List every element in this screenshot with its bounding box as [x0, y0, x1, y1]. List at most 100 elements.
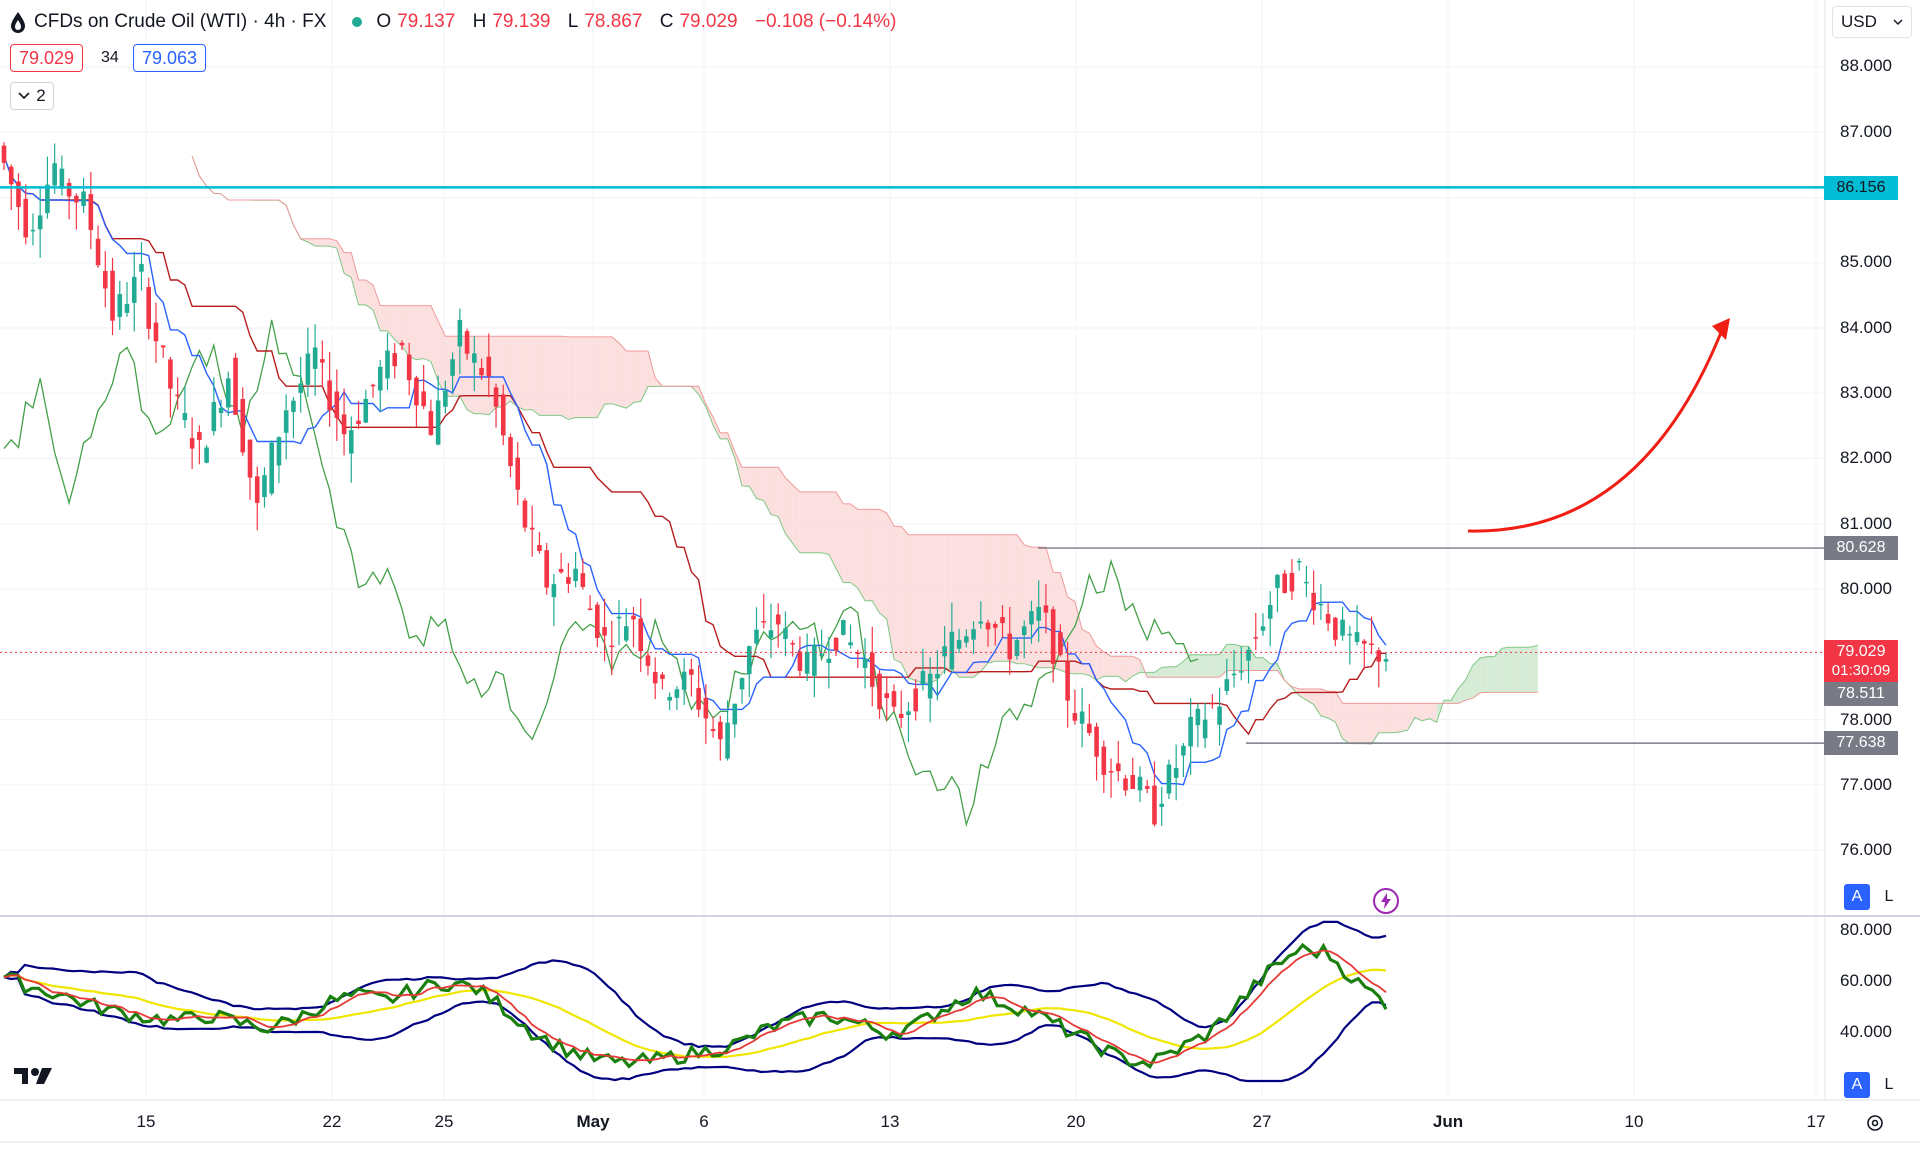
candle-body — [739, 678, 745, 690]
market-status-icon — [352, 17, 363, 27]
price-chart[interactable] — [0, 0, 1920, 1149]
candle-body — [66, 182, 72, 197]
candle-body — [312, 347, 318, 369]
candle-body — [1253, 637, 1259, 639]
candle-body — [1202, 719, 1208, 739]
ichimoku-cloud — [1154, 667, 1162, 678]
candle-body — [160, 345, 166, 348]
candle-body — [1260, 626, 1266, 631]
ichimoku-cloud — [633, 351, 641, 403]
candle-body — [1144, 786, 1150, 789]
candle-body — [660, 674, 665, 679]
ichimoku-cloud — [358, 279, 366, 305]
candle-body — [124, 303, 130, 313]
candle-body — [146, 287, 152, 329]
date-label: 27 — [1252, 1112, 1272, 1131]
candle-body — [768, 630, 774, 638]
bollinger-basis-line — [3, 968, 1387, 1059]
indicators-toggle-button[interactable]: 2 — [10, 82, 54, 110]
ichimoku-cloud — [865, 509, 873, 601]
candle-body — [182, 413, 188, 421]
candle-body — [334, 391, 340, 418]
symbol-title[interactable]: CFDs on Crude Oil (WTI) · 4h · FX — [34, 11, 326, 33]
bollinger-lower-line — [3, 976, 1387, 1083]
ichimoku-cloud — [756, 467, 764, 501]
candle-body — [226, 378, 231, 408]
candle-body — [37, 215, 43, 230]
candle-body — [1369, 643, 1374, 645]
ichimoku-cloud — [1147, 672, 1155, 678]
candle-body — [522, 500, 528, 528]
candle-body — [341, 414, 347, 435]
candle-body — [1275, 574, 1280, 588]
candle-body — [240, 398, 246, 453]
settings-gear-icon[interactable] — [1864, 1112, 1886, 1134]
candle-body — [971, 629, 976, 640]
candle-body — [1021, 626, 1027, 636]
candle-body — [754, 629, 759, 644]
ichimoku-cloud — [1407, 703, 1415, 731]
candle-body — [833, 637, 839, 651]
log-scale-button[interactable]: L — [1876, 884, 1902, 910]
candle-body — [804, 651, 810, 674]
ichimoku-cloud — [394, 305, 402, 347]
candle-body — [385, 350, 390, 379]
ichimoku-cloud — [1255, 657, 1263, 671]
sell-price-button[interactable]: 79.029 — [10, 44, 84, 72]
candle-body — [1014, 640, 1020, 656]
candle-body — [732, 703, 738, 725]
date-label: 10 — [1624, 1112, 1644, 1131]
candle-body — [652, 671, 658, 684]
auto-scale-button[interactable]: A — [1844, 1072, 1870, 1098]
ichimoku-cloud — [409, 305, 417, 360]
oscillator-label: 40.000 — [1840, 1022, 1892, 1041]
candle-body — [500, 394, 506, 436]
ichimoku-cloud — [922, 534, 931, 683]
ichimoku-cloud — [568, 336, 576, 420]
candle-body — [23, 198, 29, 238]
candle-body — [645, 655, 651, 666]
candle-body — [544, 550, 549, 588]
lightning-event-icon[interactable] — [1372, 887, 1400, 915]
candle-body — [1267, 604, 1273, 619]
ichimoku-cloud — [1465, 665, 1473, 701]
candle-body — [927, 673, 933, 699]
ichimoku-cloud — [524, 336, 533, 411]
ichimoku-cloud — [539, 336, 547, 416]
chart-area[interactable]: CFDs on Crude Oil (WTI) · 4h · FX O 79.13… — [0, 0, 1920, 1149]
log-scale-button[interactable]: L — [1876, 1072, 1902, 1098]
candle-body — [558, 568, 564, 573]
ichimoku-cloud — [1400, 703, 1408, 732]
ichimoku-cloud — [1024, 544, 1032, 666]
close-label: C — [659, 11, 674, 32]
ichimoku-cloud — [373, 285, 381, 331]
candle-body — [131, 276, 137, 303]
oil-drop-icon — [11, 12, 25, 33]
candle-body — [88, 194, 94, 231]
candle-body — [942, 646, 947, 657]
ichimoku-cloud — [1364, 703, 1372, 745]
indicator-count: 2 — [36, 86, 46, 105]
ichimoku-cloud — [1393, 703, 1401, 733]
candle-body — [1043, 605, 1049, 613]
ichimoku-cloud — [1168, 666, 1177, 678]
candle-body — [1325, 613, 1331, 624]
candle-body — [197, 432, 202, 440]
ichimoku-cloud — [995, 534, 1003, 662]
candle-body — [1065, 661, 1070, 701]
ichimoku-cloud — [850, 503, 858, 589]
ichimoku-cloud — [1487, 656, 1495, 693]
price-label: 88.000 — [1840, 56, 1892, 75]
candle-body — [703, 697, 709, 719]
auto-scale-button[interactable]: A — [1844, 884, 1870, 910]
currency-selector[interactable]: USD — [1832, 6, 1912, 38]
bar-countdown: 01:30:09 — [1831, 662, 1891, 679]
ichimoku-cloud — [966, 534, 974, 678]
buy-price-button[interactable]: 79.063 — [133, 44, 207, 72]
ichimoku-cloud — [1516, 647, 1524, 693]
resistance-top-tag: 86.156 — [1824, 176, 1898, 200]
ichimoku-cloud — [1509, 647, 1517, 693]
candle-body — [580, 573, 586, 588]
ichimoku-cloud — [908, 534, 916, 681]
candle-body — [153, 322, 159, 342]
